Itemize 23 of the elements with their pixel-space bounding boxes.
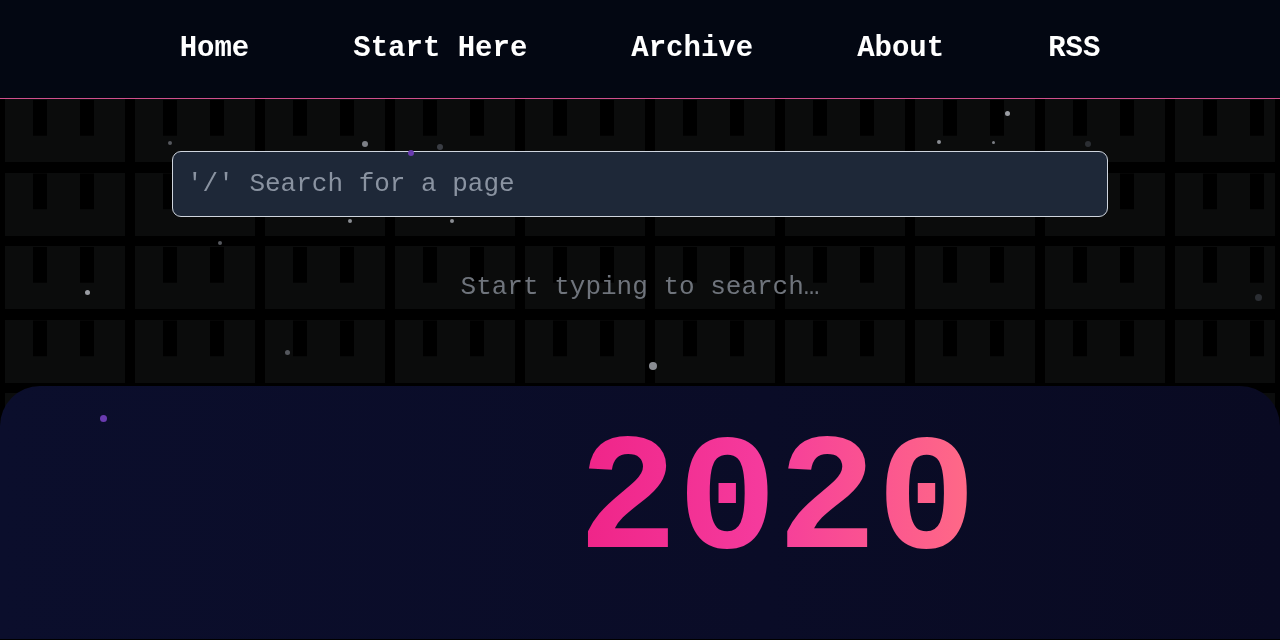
particle-dot-icon bbox=[284, 349, 290, 355]
particle-dot-icon bbox=[218, 241, 222, 245]
particle-dot-icon bbox=[437, 144, 443, 150]
particle-dot-icon bbox=[1004, 110, 1010, 116]
search-field[interactable]: '/' Search for a page bbox=[172, 151, 1108, 217]
particle-dot-icon bbox=[450, 219, 454, 223]
particle-dot-icon bbox=[1254, 293, 1262, 301]
particle-dot-icon bbox=[408, 150, 414, 156]
nav-link[interactable]: About bbox=[857, 31, 945, 67]
nav-link[interactable]: Home bbox=[179, 31, 250, 67]
nav-link[interactable]: Start Here bbox=[353, 31, 528, 67]
particle-dot-icon bbox=[168, 141, 172, 145]
nav-link[interactable]: Archive bbox=[631, 31, 754, 67]
particle-dot-icon bbox=[362, 141, 368, 147]
particle-dot-icon bbox=[84, 289, 90, 295]
particle-dot-icon bbox=[649, 362, 657, 370]
particle-dot-icon bbox=[991, 140, 995, 144]
nav-link[interactable]: RSS bbox=[1048, 31, 1101, 67]
particle-dot-icon bbox=[348, 219, 352, 223]
search-hint: Start typing to search… bbox=[460, 272, 820, 302]
particle-dot-icon bbox=[937, 140, 941, 144]
particle-dot-icon bbox=[99, 414, 107, 422]
particle-dot-icon bbox=[1085, 141, 1091, 147]
